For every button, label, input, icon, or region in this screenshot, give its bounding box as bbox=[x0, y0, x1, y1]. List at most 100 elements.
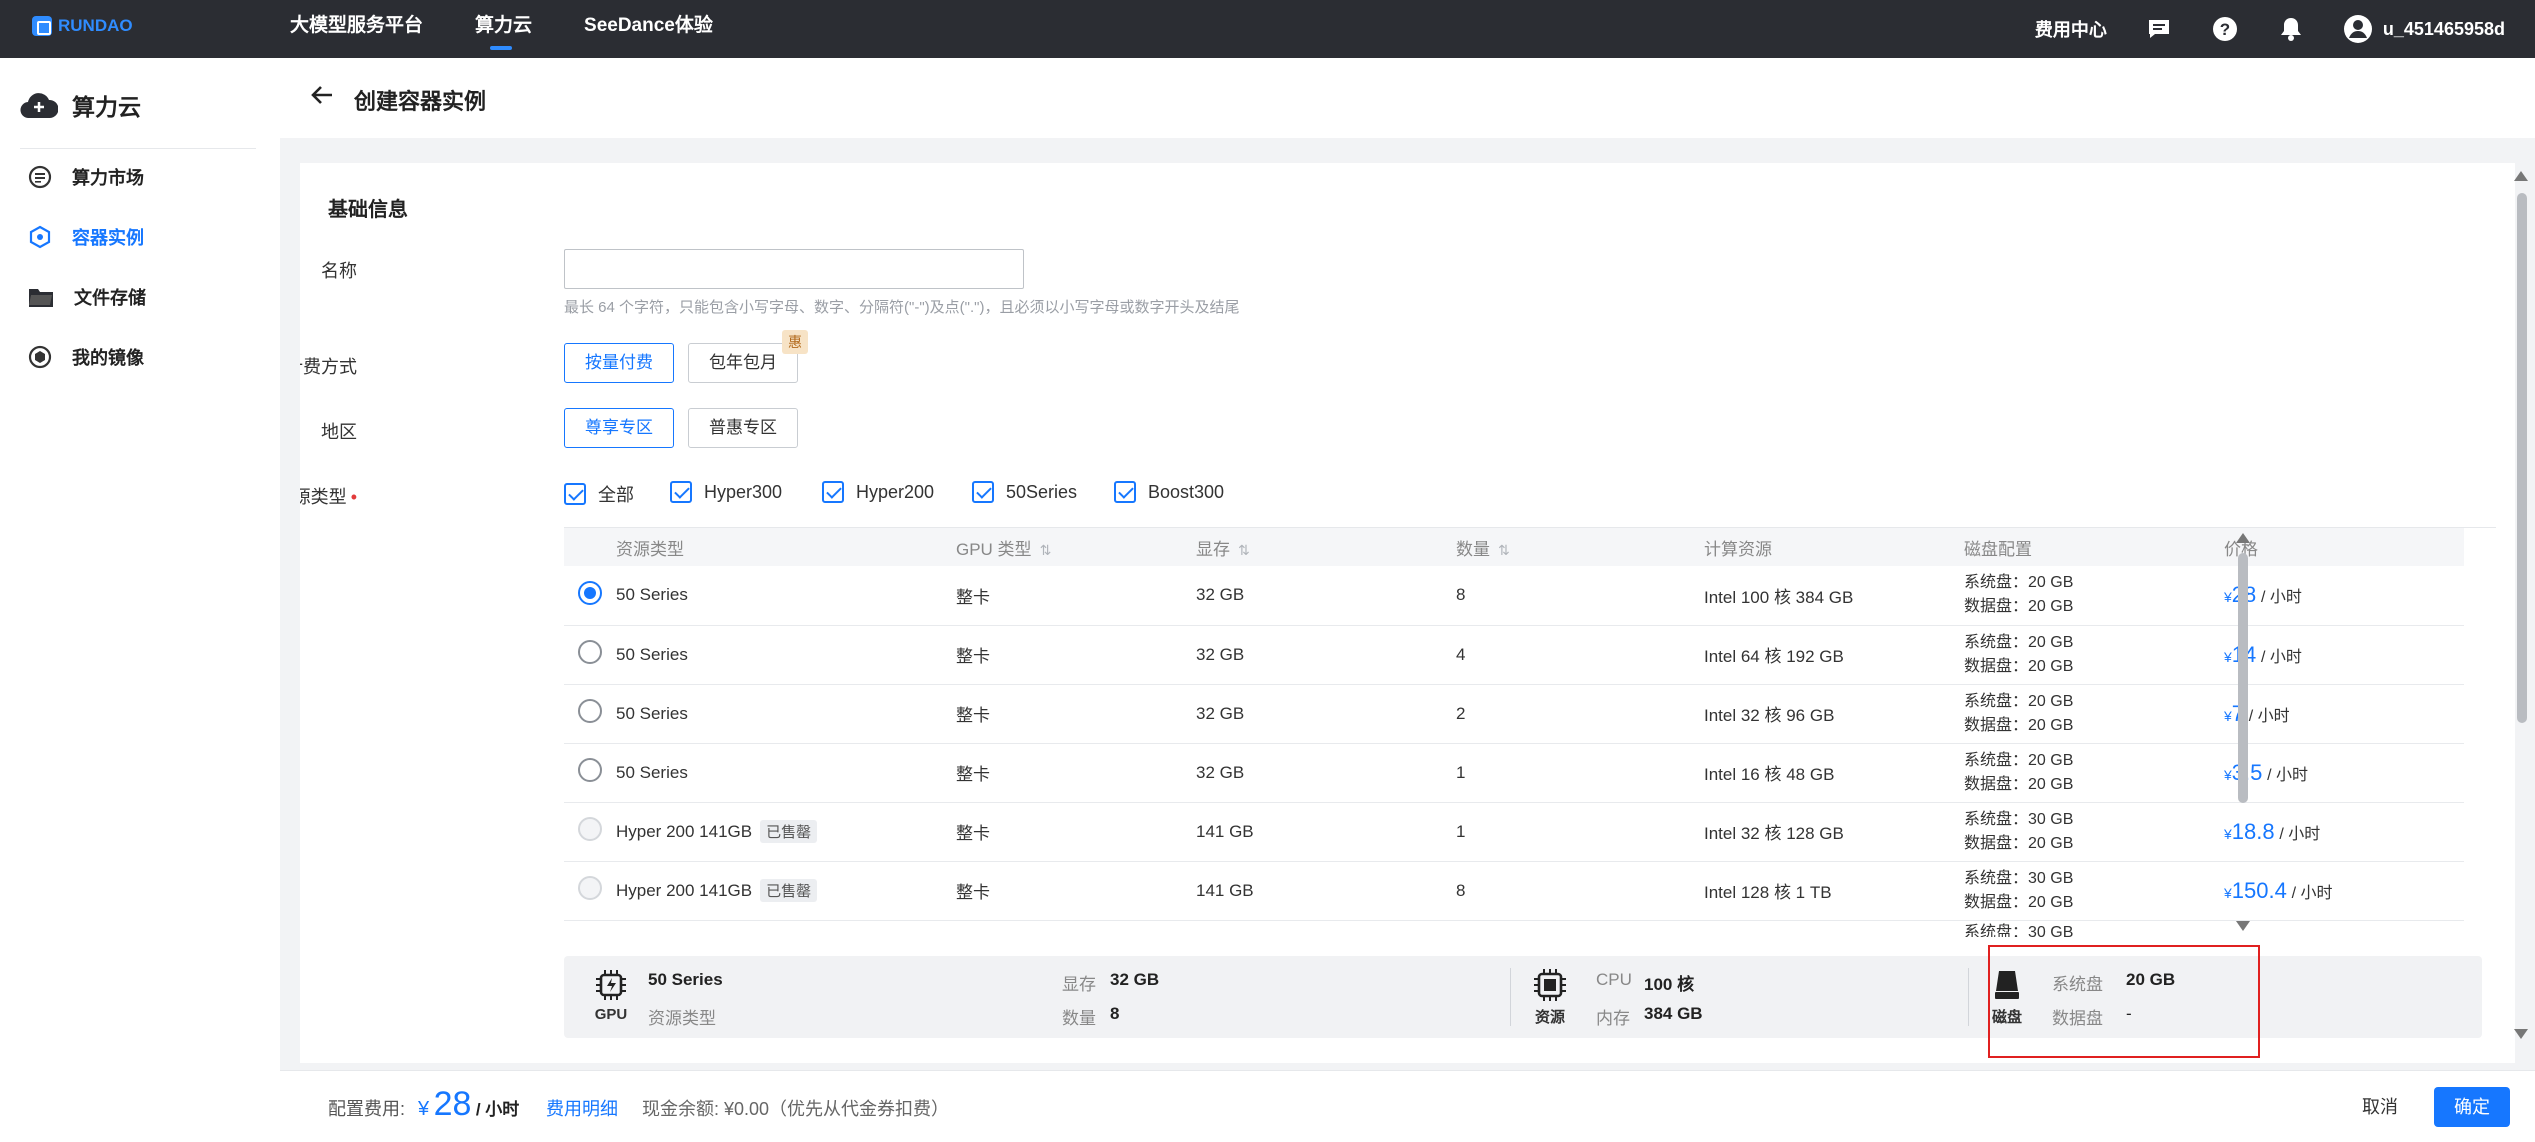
th-label: 显存 bbox=[1196, 539, 1230, 559]
resource-type-label-text: 资源类型 bbox=[300, 487, 347, 507]
sort-icon[interactable]: ⇅ bbox=[1238, 542, 1250, 558]
fee-center-link[interactable]: 费用中心 bbox=[2035, 16, 2107, 42]
scroll-down-icon[interactable] bbox=[2236, 921, 2250, 931]
checkbox-checked[interactable] bbox=[972, 481, 994, 503]
logo-text: RUNDAO bbox=[58, 16, 133, 35]
cell-memory: 32 GB bbox=[1196, 566, 1456, 626]
sys-disk-size: 30 GB bbox=[2028, 923, 2074, 938]
table-row[interactable]: 50 Series 整卡 32 GB 8 Intel 100 核 384 GB 系统盘：2… bbox=[564, 566, 2464, 626]
top-bar: RUNDAO 大模型服务平台 算力云 SeeDance体验 费用中心 ? u_4… bbox=[0, 0, 2535, 58]
checkbox-checked[interactable] bbox=[670, 481, 692, 503]
fee-detail-link[interactable]: 费用明细 bbox=[546, 1095, 618, 1121]
check-hyper200[interactable]: Hyper200 bbox=[822, 481, 934, 503]
check-50series[interactable]: 50Series bbox=[972, 481, 1077, 503]
select-cell[interactable] bbox=[564, 743, 616, 803]
sys-disk-size: 30 GB bbox=[2028, 869, 2074, 887]
name-input[interactable] bbox=[564, 249, 1024, 289]
back-arrow-icon[interactable] bbox=[310, 82, 334, 113]
check-all[interactable]: 全部 bbox=[564, 481, 634, 507]
check-label: 50Series bbox=[1006, 481, 1078, 502]
logo[interactable]: RUNDAO bbox=[32, 16, 133, 36]
select-cell[interactable] bbox=[564, 802, 616, 862]
resource-type-text: 50 Series bbox=[616, 762, 688, 782]
scroll-down-icon[interactable] bbox=[2514, 1029, 2528, 1039]
table-row[interactable]: 50 Series 整卡 32 GB 1 Intel 16 核 48 GB 系统盘：20 … bbox=[564, 743, 2464, 803]
sidebar: 算力云 算力市场 容器实例 文件存储 我的镜像 bbox=[0, 58, 280, 1142]
region-premium[interactable]: 尊享专区 bbox=[564, 408, 674, 448]
th-count[interactable]: 数量 ⇅ bbox=[1456, 528, 1704, 566]
page-scrollbar[interactable] bbox=[2510, 165, 2532, 1045]
th-gpu-type[interactable]: GPU 类型 ⇅ bbox=[956, 528, 1196, 566]
nav-model-platform[interactable]: 大模型服务平台 bbox=[290, 0, 423, 58]
cell-compute: Intel 100 核 384 GB bbox=[1704, 566, 1964, 626]
checkbox-checked[interactable] bbox=[822, 481, 844, 503]
summary-divider bbox=[1510, 968, 1511, 1026]
resource-icon-label: 资源 bbox=[1534, 1009, 1565, 1026]
cell-resource-type: 50 Series bbox=[616, 743, 956, 803]
cell-count: 1 bbox=[1456, 802, 1704, 862]
check-label: Hyper300 bbox=[704, 481, 783, 502]
help-icon[interactable]: ? bbox=[2211, 15, 2239, 43]
cell-disk: 系统盘：30 GB 数据盘：20 GB bbox=[1964, 802, 2224, 862]
table-scrollbar[interactable] bbox=[2232, 527, 2252, 937]
select-cell[interactable] bbox=[564, 920, 616, 937]
cell-gpu-type: 整卡 bbox=[956, 743, 1196, 803]
th-memory[interactable]: 显存 ⇅ bbox=[1196, 528, 1456, 566]
row-radio[interactable] bbox=[578, 640, 602, 664]
price-yen: ¥ bbox=[2224, 707, 2232, 724]
message-icon[interactable] bbox=[2145, 15, 2173, 43]
cancel-button[interactable]: 取消 bbox=[2362, 1093, 2398, 1119]
confirm-button[interactable]: 确定 bbox=[2434, 1087, 2510, 1127]
checkbox-checked[interactable] bbox=[1114, 481, 1136, 503]
check-boost300[interactable]: Boost300 bbox=[1114, 481, 1224, 503]
user-menu[interactable]: u_451465958d bbox=[2343, 14, 2505, 44]
footer-bar: 配置费用: ¥ 28 / 小时 费用明细 现金余额: ¥0.00（优先从代金券扣… bbox=[280, 1070, 2535, 1142]
check-label: 全部 bbox=[598, 485, 634, 505]
fee-value: 28 bbox=[433, 1085, 472, 1123]
cpu-value: 100 核 bbox=[1644, 975, 1695, 994]
table-row[interactable]: 50 Series 整卡 32 GB 4 Intel 64 核 192 GB 系统盘：20… bbox=[564, 625, 2464, 685]
cell-gpu-type: 整卡 bbox=[956, 566, 1196, 626]
region-standard[interactable]: 普惠专区 bbox=[688, 408, 798, 448]
select-cell[interactable] bbox=[564, 684, 616, 744]
sidebar-item-containers[interactable]: 容器实例 bbox=[28, 224, 144, 250]
row-radio[interactable] bbox=[578, 758, 602, 782]
cell-gpu-type: 整卡 bbox=[956, 625, 1196, 685]
cell-compute: Intel 16 核 48 GB bbox=[1704, 743, 1964, 803]
gpu-name: 50 Series bbox=[648, 970, 723, 989]
table-row[interactable]: Hyper 200 141GB 已售罄 整卡 141 GB 8 Intel 128 核 1… bbox=[564, 861, 2464, 921]
nav-compute-cloud[interactable]: 算力云 bbox=[475, 0, 532, 58]
sidebar-item-storage[interactable]: 文件存储 bbox=[28, 284, 146, 310]
scroll-thumb[interactable] bbox=[2517, 193, 2527, 723]
sidebar-item-images[interactable]: 我的镜像 bbox=[28, 344, 144, 370]
sidebar-item-market[interactable]: 算力市场 bbox=[28, 164, 144, 190]
th-label: 数量 bbox=[1456, 539, 1490, 559]
name-label: 名称 bbox=[321, 261, 357, 281]
resource-type-text: 50 Series bbox=[616, 703, 688, 723]
checkbox-checked[interactable] bbox=[564, 483, 586, 505]
row-radio[interactable] bbox=[578, 699, 602, 723]
fee-price: ¥ 28 / 小时 bbox=[418, 1085, 519, 1124]
select-cell[interactable] bbox=[564, 566, 616, 626]
data-disk-label: 数据盘： bbox=[1964, 657, 2029, 675]
table-row[interactable]: 50 Series 整卡 32 GB 2 Intel 32 核 96 GB 系统盘：20 … bbox=[564, 684, 2464, 744]
check-hyper300[interactable]: Hyper300 bbox=[670, 481, 782, 503]
row-radio[interactable] bbox=[578, 580, 602, 605]
scroll-up-icon[interactable] bbox=[2514, 171, 2528, 181]
cell-memory: 32 GB bbox=[1196, 743, 1456, 803]
nav-seedance[interactable]: SeeDance体验 bbox=[584, 0, 713, 58]
table-row[interactable]: 系统盘：30 GB bbox=[564, 920, 2464, 938]
table-row[interactable]: Hyper 200 141GB 已售罄 整卡 141 GB 1 Intel 32 核 12… bbox=[564, 802, 2464, 862]
scroll-thumb[interactable] bbox=[2238, 553, 2248, 803]
billing-pay-as-you-go[interactable]: 按量付费 bbox=[564, 343, 674, 383]
scroll-up-icon[interactable] bbox=[2236, 533, 2250, 543]
sort-icon[interactable]: ⇅ bbox=[1498, 542, 1510, 558]
resource-type-text: Hyper 200 141GB bbox=[616, 822, 753, 841]
cell-count: 8 bbox=[1456, 566, 1704, 626]
cloud-icon bbox=[20, 93, 58, 119]
cell-gpu-type: 整卡 bbox=[956, 802, 1196, 862]
select-cell[interactable] bbox=[564, 625, 616, 685]
bell-icon[interactable] bbox=[2277, 15, 2305, 43]
select-cell[interactable] bbox=[564, 861, 616, 921]
sort-icon[interactable]: ⇅ bbox=[1040, 542, 1052, 558]
